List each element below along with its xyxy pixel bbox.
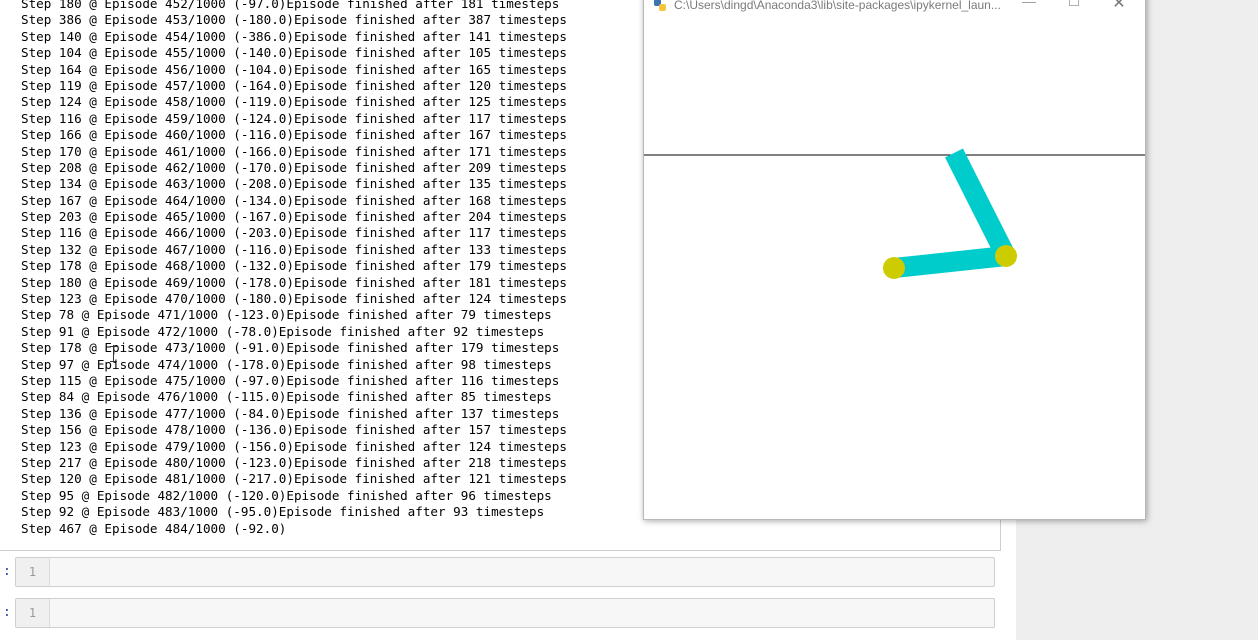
log-line: Step 166 @ Episode 460/1000 (-116.0)Epis…: [21, 127, 567, 143]
log-line: Step 123 @ Episode 479/1000 (-156.0)Epis…: [21, 438, 567, 454]
render-window[interactable]: C:\Users\dingd\Anaconda3\lib\site-packag…: [643, 0, 1146, 520]
log-line: Step 156 @ Episode 478/1000 (-136.0)Epis…: [21, 422, 567, 438]
acrobot-link-2: [945, 148, 1015, 261]
log-line: Step 140 @ Episode 454/1000 (-386.0)Epis…: [21, 28, 567, 44]
code-editor-1[interactable]: 1: [15, 557, 995, 587]
line-number: 1: [16, 558, 50, 586]
cell-prompt: :: [3, 605, 11, 620]
log-line: Step 91 @ Episode 472/1000 (-78.0)Episod…: [21, 323, 545, 339]
code-cell-1: : 1: [0, 557, 1000, 587]
log-line: Step 386 @ Episode 453/1000 (-180.0)Epis…: [21, 12, 567, 28]
window-titlebar[interactable]: C:\Users\dingd\Anaconda3\lib\site-packag…: [644, 0, 1145, 13]
log-line: Step 134 @ Episode 463/1000 (-208.0)Epis…: [21, 176, 567, 192]
log-line: Step 124 @ Episode 458/1000 (-119.0)Epis…: [21, 94, 567, 110]
log-line: Step 170 @ Episode 461/1000 (-166.0)Epis…: [21, 143, 567, 159]
log-line: Step 119 @ Episode 457/1000 (-164.0)Epis…: [21, 77, 567, 93]
text-cursor-icon: [110, 346, 117, 362]
minimize-button[interactable]: —: [1009, 0, 1049, 13]
log-line: Step 180 @ Episode 469/1000 (-178.0)Epis…: [21, 274, 567, 290]
window-title: C:\Users\dingd\Anaconda3\lib\site-packag…: [674, 0, 1001, 12]
log-line: Step 115 @ Episode 475/1000 (-97.0)Episo…: [21, 372, 560, 388]
line-number: 1: [16, 599, 50, 627]
acrobot-joint-base: [883, 257, 905, 279]
log-line: Step 217 @ Episode 480/1000 (-123.0)Epis…: [21, 454, 567, 470]
log-line: Step 203 @ Episode 465/1000 (-167.0)Epis…: [21, 209, 567, 225]
log-line: Step 180 @ Episode 452/1000 (-97.0)Episo…: [21, 0, 560, 11]
log-line: Step 78 @ Episode 471/1000 (-123.0)Episo…: [21, 307, 552, 323]
code-cell-2: : 1: [0, 598, 1000, 628]
log-line: Step 84 @ Episode 476/1000 (-115.0)Episo…: [21, 389, 552, 405]
log-line: Step 95 @ Episode 482/1000 (-120.0)Episo…: [21, 487, 552, 503]
log-line: Step 136 @ Episode 477/1000 (-84.0)Episo…: [21, 405, 560, 421]
log-line: Step 164 @ Episode 456/1000 (-104.0)Epis…: [21, 61, 567, 77]
cell-prompt: :: [3, 564, 11, 579]
log-line: Step 116 @ Episode 459/1000 (-124.0)Epis…: [21, 110, 567, 126]
close-button[interactable]: ✕: [1099, 0, 1139, 13]
code-editor-2[interactable]: 1: [15, 598, 995, 628]
maximize-button[interactable]: ☐: [1054, 0, 1094, 13]
output-log: Step 180 @ Episode 452/1000 (-97.0)Episo…: [21, 0, 567, 537]
log-line: Step 208 @ Episode 462/1000 (-170.0)Epis…: [21, 159, 567, 175]
log-line: Step 97 @ Episode 474/1000 (-178.0)Episo…: [21, 356, 552, 372]
python-icon: [654, 0, 666, 11]
log-line: Step 132 @ Episode 467/1000 (-116.0)Epis…: [21, 241, 567, 257]
log-line: Step 167 @ Episode 464/1000 (-134.0)Epis…: [21, 192, 567, 208]
log-line: Step 104 @ Episode 455/1000 (-140.0)Epis…: [21, 45, 567, 61]
acrobot-render-canvas: [644, 148, 1145, 279]
log-line: Step 123 @ Episode 470/1000 (-180.0)Epis…: [21, 291, 567, 307]
log-line: Step 92 @ Episode 483/1000 (-95.0)Episod…: [21, 504, 545, 520]
log-line: Step 178 @ Episode 468/1000 (-132.0)Epis…: [21, 258, 567, 274]
acrobot-joint-elbow: [995, 245, 1017, 267]
log-line: Step 120 @ Episode 481/1000 (-217.0)Epis…: [21, 471, 567, 487]
log-line: Step 467 @ Episode 484/1000 (-92.0): [21, 520, 287, 536]
acrobot-link-1: [892, 246, 1008, 278]
log-line: Step 178 @ Episode 473/1000 (-91.0)Episo…: [21, 340, 560, 356]
log-line: Step 116 @ Episode 466/1000 (-203.0)Epis…: [21, 225, 567, 241]
